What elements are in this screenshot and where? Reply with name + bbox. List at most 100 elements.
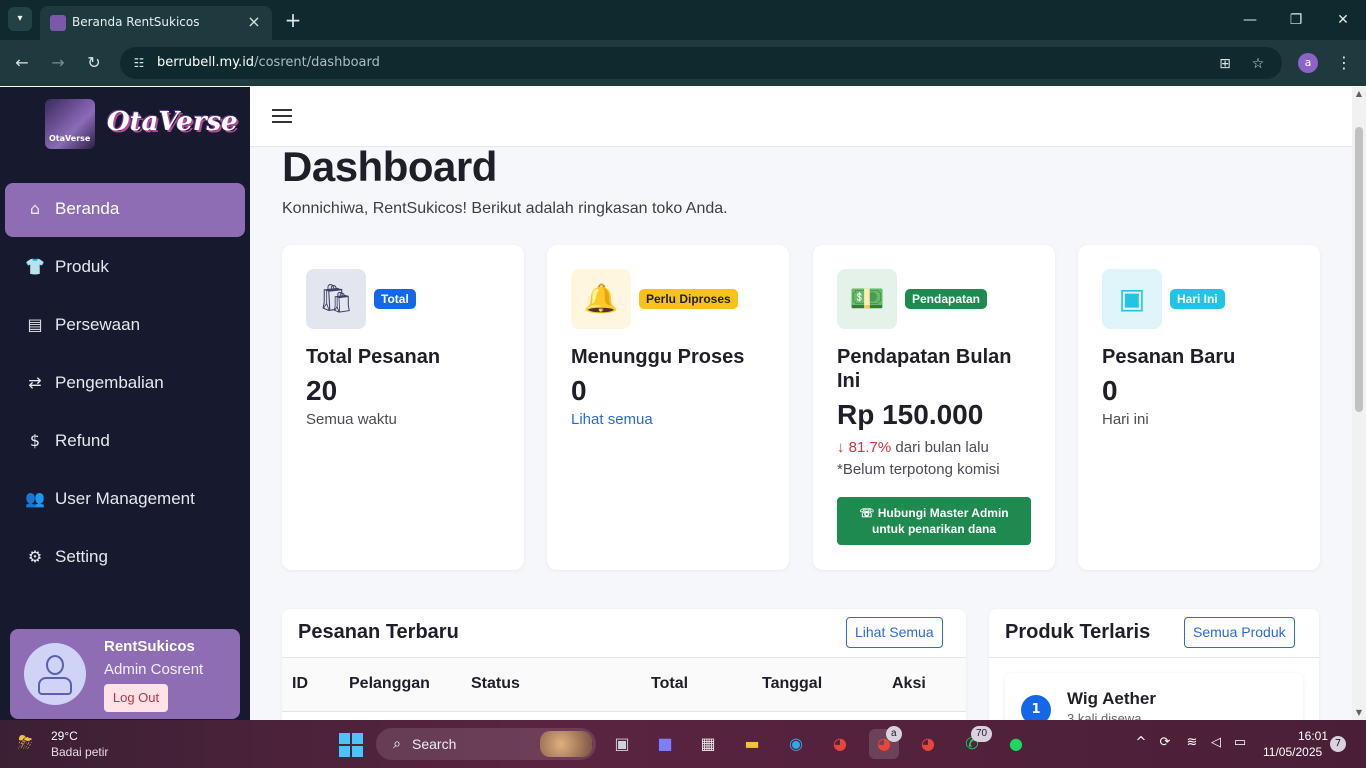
card-value: 0 <box>571 375 587 406</box>
weather-desc[interactable]: Badai petir <box>51 745 108 759</box>
site-info-icon[interactable]: ☷ <box>130 54 148 72</box>
shopping-bag-icon: 🛍 <box>306 269 366 329</box>
arrow-down-icon: ↓ <box>837 439 849 456</box>
chrome-alt-icon[interactable]: ◕ <box>913 729 943 759</box>
tab-search-button[interactable]: ▾ <box>8 7 32 31</box>
windows-start-icon[interactable] <box>339 733 363 757</box>
reload-icon[interactable]: ↻ <box>82 51 106 75</box>
tab-close-icon[interactable]: × <box>244 12 264 32</box>
tray-overflow-icon[interactable]: ^ <box>1132 734 1150 752</box>
hamburger-menu-icon[interactable] <box>272 109 292 125</box>
gear-icon: ⚙ <box>27 547 43 566</box>
bell-icon: 🔔 <box>571 269 631 329</box>
store-icon[interactable]: ▦ <box>693 729 723 759</box>
new-tab-button[interactable]: + <box>282 9 304 31</box>
tab-title: Beranda RentSukicos <box>72 15 200 29</box>
logout-button[interactable]: Log Out <box>104 684 168 712</box>
sidebar-item-setting[interactable]: ⚙ Setting <box>5 531 245 585</box>
panel-title: Produk Terlaris <box>1005 621 1151 643</box>
sidebar-item-refund[interactable]: $ Refund <box>5 415 245 469</box>
page-scrollbar[interactable]: ▲ ▼ <box>1352 87 1366 720</box>
chrome-icon[interactable]: ◕ <box>825 729 855 759</box>
browser-tab[interactable]: Beranda RentSukicos × <box>40 6 272 40</box>
minimize-icon[interactable]: — <box>1238 8 1262 32</box>
battery-icon[interactable]: ▭ <box>1231 734 1249 752</box>
task-view-icon[interactable]: ▣ <box>607 729 637 759</box>
brand-logo-image: OtaVerse <box>45 99 95 149</box>
browser-toolbar: ← → ↻ ☷ berrubell.my.id/cosrent/dashboar… <box>0 40 1366 86</box>
address-bar[interactable]: ☷ berrubell.my.id/cosrent/dashboard ⊞ ☆ <box>120 47 1282 79</box>
weather-storm-icon[interactable]: ⛈ <box>18 732 44 756</box>
scroll-up-icon[interactable]: ▲ <box>1352 87 1366 101</box>
chrome-profile-badge: a <box>886 726 902 742</box>
translate-icon[interactable]: ⊞ <box>1214 53 1236 75</box>
search-icon: ⌕ <box>393 736 401 752</box>
trend-text: ↓ 81.7% dari bulan lalu <box>837 439 989 456</box>
user-name: RentSukicos <box>104 638 195 655</box>
scroll-down-icon[interactable]: ▼ <box>1352 706 1366 720</box>
stat-card-pendapatan: 💵 Pendapatan Pendapatan Bulan Ini Rp 150… <box>813 245 1055 570</box>
scroll-thumb[interactable] <box>1355 127 1363 412</box>
weather-temp[interactable]: 29°C <box>51 729 78 743</box>
sidebar: OtaVerse OtaVerse ⌂ Beranda 👕 Produk ▤ P… <box>0 87 250 720</box>
clock-time[interactable]: 16:01 <box>1298 729 1328 743</box>
brand-logo-text: OtaVerse <box>107 107 238 137</box>
whatsapp-icon: ☏ <box>859 506 878 520</box>
panel-title: Pesanan Terbaru <box>298 621 459 643</box>
browser-tab-bar: ▾ Beranda RentSukicos × + — ❐ ✕ <box>0 0 1366 40</box>
status-badge: Perlu Diproses <box>639 289 738 309</box>
sidebar-item-persewaan[interactable]: ▤ Persewaan <box>5 299 245 353</box>
card-value: 0 <box>1102 375 1118 406</box>
file-explorer-icon[interactable]: ▬ <box>737 729 767 759</box>
url-text[interactable]: berrubell.my.id/cosrent/dashboard <box>157 55 380 70</box>
close-window-icon[interactable]: ✕ <box>1331 8 1355 32</box>
status-badge: Hari Ini <box>1170 289 1225 309</box>
shirt-icon: 👕 <box>25 257 45 276</box>
bookmark-star-icon[interactable]: ☆ <box>1247 53 1269 75</box>
table-header: ID Pelanggan Status Total Tanggal Aksi <box>282 657 966 712</box>
os-taskbar: ⛈ 29°C Badai petir ⌕ Search ▣ ■ ▦ ▬ ◉ ◕ … <box>0 720 1366 768</box>
volume-icon[interactable]: ◁ <box>1207 734 1225 752</box>
edge-icon[interactable]: ◉ <box>781 729 811 759</box>
users-icon: 👥 <box>25 489 45 508</box>
clock-date[interactable]: 11/05/2025 <box>1263 745 1322 759</box>
spotify-icon[interactable]: ● <box>1001 729 1031 759</box>
product-meta: 3 kali disewa <box>1067 711 1142 720</box>
page-viewport: OtaVerse OtaVerse ⌂ Beranda 👕 Produk ▤ P… <box>0 87 1366 720</box>
top-navbar <box>250 87 1352 147</box>
wifi-icon[interactable]: ≋ <box>1183 734 1201 752</box>
product-name: Wig Aether <box>1067 689 1156 708</box>
sync-icon[interactable]: ⟳ <box>1156 734 1174 752</box>
page-subtitle: Konnichiwa, RentSukicos! Berikut adalah … <box>282 200 728 217</box>
boxes-icon: ▣ <box>1102 269 1162 329</box>
tab-favicon-icon <box>50 15 66 31</box>
page-title: Dashboard <box>282 143 497 190</box>
list-item[interactable]: 1 Wig Aether 3 kali disewa <box>1005 673 1303 720</box>
notification-badge[interactable]: 7 <box>1330 736 1346 752</box>
whatsapp-badge: 70 <box>971 726 993 742</box>
back-icon[interactable]: ← <box>10 51 34 75</box>
see-all-orders-button[interactable]: Lihat Semua <box>846 617 943 648</box>
best-selling-panel: Produk Terlaris Semua Produk 1 Wig Aethe… <box>989 609 1319 720</box>
all-products-button[interactable]: Semua Produk <box>1184 617 1295 648</box>
sidebar-item-beranda[interactable]: ⌂ Beranda <box>5 183 245 237</box>
rank-badge: 1 <box>1021 695 1051 720</box>
sidebar-item-user-management[interactable]: 👥 User Management <box>5 473 245 527</box>
recent-orders-panel: Pesanan Terbaru Lihat Semua ID Pelanggan… <box>282 609 966 720</box>
home-icon: ⌂ <box>29 199 41 218</box>
taskbar-search[interactable]: ⌕ Search <box>376 728 596 760</box>
card-value: 20 <box>306 375 338 406</box>
meet-icon[interactable]: ■ <box>650 729 680 759</box>
status-badge: Total <box>374 289 416 309</box>
commission-note: *Belum terpotong komisi <box>837 461 1000 478</box>
forward-icon[interactable]: → <box>46 51 70 75</box>
card-note: Semua waktu <box>306 411 397 428</box>
see-all-link[interactable]: Lihat semua <box>571 411 653 428</box>
contact-master-admin-button[interactable]: ☏ Hubungi Master Admin untuk penarikan da… <box>837 497 1031 545</box>
browser-menu-icon[interactable]: ⋮ <box>1334 51 1354 75</box>
profile-avatar[interactable]: a <box>1298 53 1318 73</box>
sidebar-item-produk[interactable]: 👕 Produk <box>5 241 245 295</box>
user-role: Admin Cosrent <box>104 661 204 678</box>
restore-icon[interactable]: ❐ <box>1284 8 1308 32</box>
sidebar-item-pengembalian[interactable]: ⇄ Pengembalian <box>5 357 245 411</box>
